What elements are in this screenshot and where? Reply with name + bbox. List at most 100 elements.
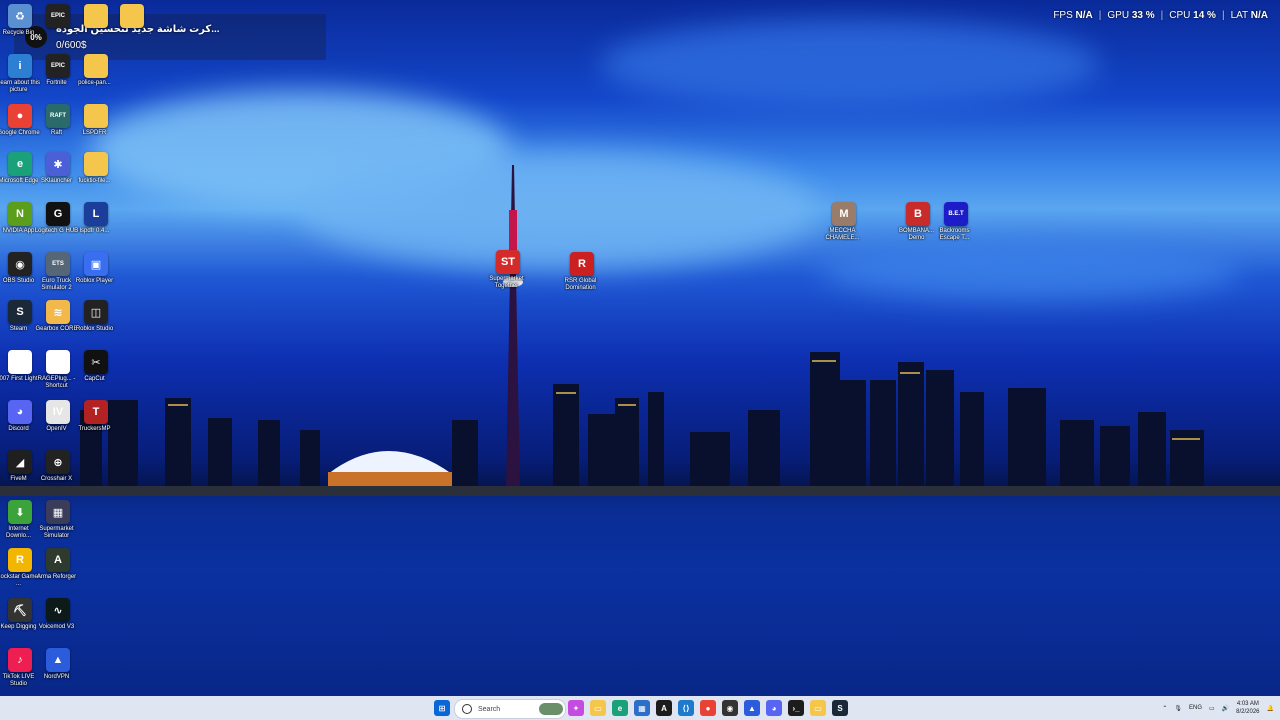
desktop-shortcut-label: Roblox Player: [75, 278, 114, 284]
gearbox-icon: ≋: [46, 300, 70, 324]
desktop-shortcut[interactable]: fucktio-file...: [76, 152, 116, 185]
raft-icon: RAFT: [46, 104, 70, 128]
meccha-icon: M: [832, 202, 856, 226]
desktop-shortcut[interactable]: [76, 4, 116, 30]
gpu-readout: GPU 33 %: [1107, 10, 1155, 21]
desktop-shortcut[interactable]: T TruckersMP: [76, 400, 116, 433]
desktop-shortcut[interactable]: R Rockstar Games ...: [0, 548, 41, 588]
desktop-shortcut[interactable]: ▲ NordVPN: [38, 648, 78, 681]
desktop-shortcut-label: Supermarket Together: [489, 276, 524, 289]
folder-icon[interactable]: ▭: [810, 700, 826, 716]
rockstar-icon: R: [8, 548, 32, 572]
search-icon: [462, 704, 472, 714]
goal-amount: 0/600$: [56, 40, 87, 51]
folder-icon: [84, 152, 108, 176]
game-icon[interactable]: ◉: [722, 700, 738, 716]
lspdfr-icon: L: [84, 202, 108, 226]
nordvpn-icon[interactable]: ▲: [744, 700, 760, 716]
desktop-shortcut-label: Crosshair X: [40, 476, 73, 482]
desktop-shortcut[interactable]: RAGEPlug... - Shortcut: [38, 350, 78, 390]
sklauncher-icon: ✱: [46, 152, 70, 176]
nordvpn-icon: ▲: [46, 648, 70, 672]
desktop-shortcut[interactable]: ST Supermarket Together: [488, 250, 528, 290]
microphone-icon[interactable]: 🎙: [1174, 705, 1182, 712]
desktop-shortcut[interactable]: ♪ TikTok LIVE Studio: [0, 648, 40, 688]
nvidia-icon: N: [8, 202, 32, 226]
desktop-shortcut[interactable]: R RSR Global Domination: [562, 252, 602, 292]
desktop-shortcut[interactable]: ETS Euro Truck Simulator 2: [38, 252, 78, 292]
chevron-up-icon[interactable]: ⌃: [1162, 705, 1167, 712]
recycle-bin-icon: ♻: [8, 4, 32, 28]
desktop-shortcut-label: lspdfr 0.4...: [79, 228, 110, 234]
vscode-icon[interactable]: ⟨⟩: [678, 700, 694, 716]
city-skyline: [0, 165, 1280, 696]
folder-icon: [120, 4, 144, 28]
search-box[interactable]: Search: [454, 699, 566, 719]
store-icon[interactable]: ▦: [634, 700, 650, 716]
file-icon: [8, 350, 32, 374]
desktop-shortcut[interactable]: ∿ Voicemod V3: [38, 598, 78, 631]
desktop[interactable]: 0% كرت شاشة جديد لتحسين الجودة... 0/600$…: [0, 0, 1280, 696]
desktop-shortcut[interactable]: LSPDFR: [76, 104, 116, 137]
desktop-shortcut[interactable]: B.E.T Backrooms Escape T...: [936, 202, 976, 242]
copilot-icon[interactable]: ✦: [568, 700, 584, 716]
desktop-shortcut-label: Roblox Studio: [75, 326, 114, 332]
arma-icon: A: [46, 548, 70, 572]
notification-bell-icon[interactable]: 🔔: [1267, 705, 1274, 712]
desktop-shortcut-label: Arma Reforger: [36, 574, 77, 580]
keep-digging-icon: ⛏: [8, 598, 32, 622]
epic-games-icon: EPIC: [46, 4, 70, 28]
desktop-shortcut[interactable]: A Arma Reforger: [37, 548, 78, 581]
speaker-icon[interactable]: 🔊: [1222, 705, 1229, 712]
system-tray: ⌃ 🎙 ENG ▭ 🔊 4:03 AM 8/2/2026 🔔: [1162, 698, 1274, 718]
desktop-shortcut[interactable]: M MECCHA CHAMELE...: [824, 202, 864, 242]
terminal-icon[interactable]: A: [656, 700, 672, 716]
backrooms-icon: B.E.T: [944, 202, 968, 226]
folder-icon: [84, 104, 108, 128]
desktop-shortcut[interactable]: ✂ CapCut: [76, 350, 116, 383]
roblox-player-icon: ▣: [84, 252, 108, 276]
chrome-icon[interactable]: ●: [700, 700, 716, 716]
desktop-shortcut-label: Voicemod V3: [38, 624, 75, 630]
desktop-shortcut[interactable]: ▣ Roblox Player: [76, 252, 116, 285]
desktop-shortcut[interactable]: [112, 4, 152, 30]
edge-icon: e: [8, 152, 32, 176]
desktop-shortcut[interactable]: ⊕ Crosshair X: [38, 450, 78, 483]
file-icon: [46, 350, 70, 374]
file-explorer-icon[interactable]: ▭: [590, 700, 606, 716]
console-icon[interactable]: ›_: [788, 700, 804, 716]
ets2-icon: ETS: [46, 252, 70, 276]
desktop-shortcut-label: fucktio-file...: [78, 178, 111, 184]
clock-time: 4:03 AM: [1236, 701, 1259, 707]
desktop-shortcut[interactable]: police-pan...: [76, 54, 116, 87]
supermarket-sim-icon: ▦: [46, 500, 70, 524]
desktop-shortcut[interactable]: ♻ Recycle Bin: [0, 4, 40, 37]
network-icon[interactable]: ▭: [1209, 705, 1215, 712]
desktop-shortcut-label: LSPDFR: [82, 130, 107, 136]
chrome-icon: ●: [8, 104, 32, 128]
capcut-icon: ✂: [84, 350, 108, 374]
desktop-shortcut-label: police-pan...: [78, 80, 111, 86]
epic-games-icon: EPIC: [46, 54, 70, 78]
bombana-icon: B: [906, 202, 930, 226]
discord-icon[interactable]: ◕: [766, 700, 782, 716]
clock-date: 8/2/2026: [1236, 709, 1260, 715]
supermarket-together-icon: ST: [496, 250, 520, 274]
clock[interactable]: 4:03 AM 8/2/2026: [1236, 700, 1259, 716]
desktop-shortcut[interactable]: EPIC: [38, 4, 78, 30]
taskbar: ⊞ Search ✦ ▭ e ▦ A ⟨⟩ ● ◉ ▲ ◕ ›_ ▭ S ⌃ 🎙…: [0, 696, 1280, 720]
desktop-shortcut[interactable]: Llspdfr 0.4...: [76, 202, 116, 235]
desktop-shortcut-label: Supermarket Simulator: [39, 526, 74, 539]
edge-icon[interactable]: e: [612, 700, 628, 716]
desktop-shortcut[interactable]: i Learn about this picture: [0, 54, 40, 94]
start-button[interactable]: ⊞: [434, 700, 450, 716]
discord-icon: ◕: [8, 400, 32, 424]
voicemod-icon: ∿: [46, 598, 70, 622]
fivem-icon: ◢: [8, 450, 32, 474]
desktop-shortcut[interactable]: ◫ Roblox Studio: [76, 300, 116, 333]
language-indicator[interactable]: ENG: [1189, 705, 1202, 711]
roblox-studio-icon: ◫: [84, 300, 108, 324]
desktop-shortcut[interactable]: ▦ Supermarket Simulator: [38, 500, 78, 540]
desktop-shortcut-label: Recycle Bin: [2, 30, 35, 36]
steam-icon[interactable]: S: [832, 700, 848, 716]
